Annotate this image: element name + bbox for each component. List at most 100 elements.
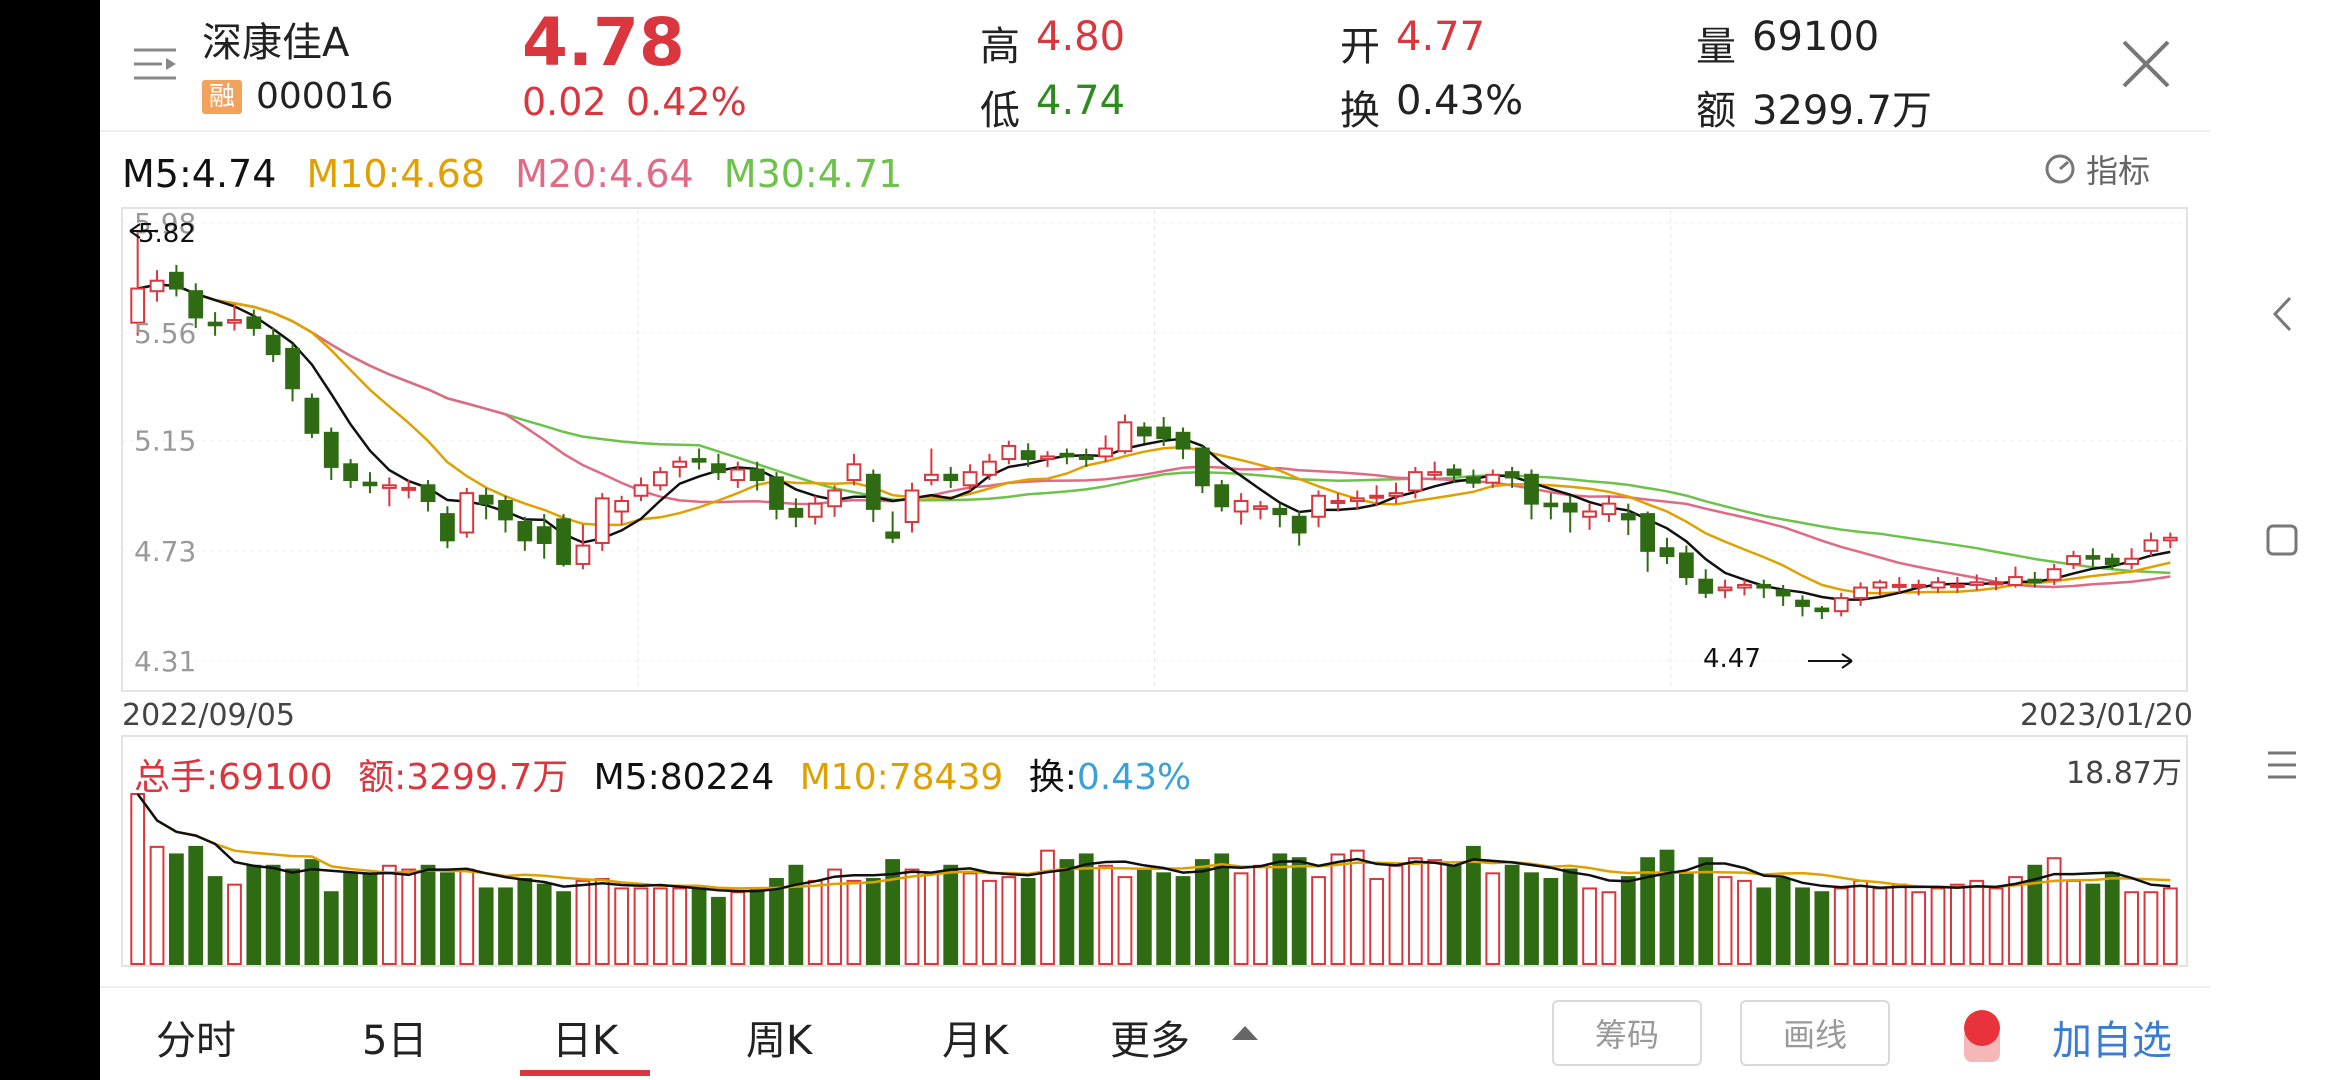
candle-body <box>1349 497 1365 503</box>
tab-weekly-k[interactable]: 周K <box>746 1008 812 1066</box>
price-tick-label: 4.73 <box>134 535 196 568</box>
turnover-value: 0.43% <box>1396 78 1524 124</box>
candle <box>594 493 610 551</box>
candle-body <box>1369 494 1385 499</box>
candle-body <box>1117 421 1133 453</box>
volume-bar <box>1524 872 1539 965</box>
candle-body <box>440 513 455 542</box>
volume-bar <box>2104 872 2120 965</box>
volume-bar <box>1659 849 1675 965</box>
low-label: 低 <box>980 88 1020 134</box>
volume-bar <box>1949 883 1965 966</box>
price-change-pct: 0.42% <box>626 80 747 124</box>
margin-badge: 融 <box>202 80 242 114</box>
volume-label: 量 <box>1696 24 1736 70</box>
volume-bar <box>1407 857 1423 965</box>
candle-body <box>1543 502 1559 508</box>
volume-bar <box>130 793 146 965</box>
volume-bar <box>420 864 436 965</box>
add-watchlist-button[interactable]: 加自选 <box>2052 1008 2172 1066</box>
candle-body <box>1504 471 1520 479</box>
menu-lines-icon[interactable] <box>2266 750 2298 784</box>
tab-more[interactable]: 更多 <box>1110 1008 1190 1066</box>
candle-body <box>691 458 707 463</box>
menu-icon[interactable] <box>132 44 178 88</box>
volume-chart[interactable] <box>100 734 2210 968</box>
candle-body <box>1059 452 1075 458</box>
chips-button[interactable]: 筹码 <box>1552 1000 1702 1066</box>
indicator-button[interactable]: 指标 <box>2044 146 2150 193</box>
volume-bar <box>1388 864 1404 965</box>
volume-bar <box>1814 891 1830 966</box>
volume-bar <box>1466 845 1481 965</box>
candle-body <box>1040 455 1055 461</box>
candle-body <box>1175 431 1191 450</box>
ma30-label: M30:4.71 <box>723 152 903 196</box>
ma20-label: M20:4.64 <box>515 152 694 196</box>
candle-body <box>420 484 436 503</box>
candle-body <box>188 290 204 319</box>
volume-bar <box>1117 876 1133 965</box>
volume-bars <box>130 793 2178 966</box>
candle-body <box>1582 510 1597 518</box>
candle-body <box>652 471 668 487</box>
candle-body <box>788 507 804 518</box>
volume-bar <box>2124 891 2139 966</box>
volume-bar <box>169 853 184 965</box>
candle-body <box>575 544 591 565</box>
candle-body <box>1814 607 1830 613</box>
volume-bar <box>227 883 242 966</box>
candle-body <box>1136 426 1152 437</box>
volume-bar <box>1891 883 1907 966</box>
tab-daily-k[interactable]: 日K <box>552 1008 618 1066</box>
candle-body <box>1717 586 1733 592</box>
tab-intraday[interactable]: 分时 <box>156 1008 236 1066</box>
volume-bar <box>1582 887 1597 965</box>
volume-bar <box>633 887 649 965</box>
candle-body <box>1388 492 1404 497</box>
candle-body <box>865 473 881 510</box>
candle-body <box>1949 583 1965 588</box>
volume-bar <box>594 878 610 965</box>
candle-body <box>1407 471 1423 492</box>
volume-bar <box>1911 891 1927 966</box>
volume-bar <box>2162 887 2178 965</box>
candle-body <box>323 431 339 468</box>
volume-bar <box>2066 879 2081 965</box>
volume-bar <box>1427 859 1443 965</box>
candle-body <box>633 484 649 497</box>
draw-line-button[interactable]: 画线 <box>1740 1000 1890 1066</box>
close-icon[interactable] <box>2120 38 2172 94</box>
candle-body <box>1969 581 1985 586</box>
candle-body <box>1427 471 1443 476</box>
candle-body <box>1737 583 1752 589</box>
candle-body <box>982 460 997 476</box>
volume-bar <box>440 872 455 965</box>
volume-bar <box>1175 876 1191 965</box>
volume-bar <box>1291 857 1307 965</box>
volume-bar <box>1485 872 1501 965</box>
candle-body <box>1640 513 1656 552</box>
ma5-label: M5:4.74 <box>122 152 277 196</box>
add-watch-icon[interactable] <box>1960 1008 2004 1068</box>
volume-bar <box>769 878 784 965</box>
tab-monthly-k[interactable]: 月K <box>942 1008 1008 1066</box>
volume-bar <box>1775 878 1791 965</box>
volume-bar <box>459 868 475 965</box>
volume-bar <box>1737 879 1752 965</box>
back-arrow-icon[interactable] <box>2272 296 2292 336</box>
candle-body <box>1466 476 1481 484</box>
tab-5day[interactable]: 5日 <box>362 1008 427 1066</box>
volume-bar <box>1330 853 1346 965</box>
caret-up-icon[interactable] <box>1232 1024 1258 1044</box>
candle-body <box>1891 583 1907 588</box>
candlestick-chart[interactable]: 5.985.565.154.734.31 5.82 4.47 <box>100 205 2210 705</box>
candle <box>1195 445 1210 494</box>
volume-bar <box>1078 853 1094 965</box>
tab-divider <box>100 986 2210 988</box>
volume-bar <box>652 887 668 965</box>
volume-bar <box>1717 876 1733 965</box>
square-icon[interactable] <box>2266 524 2298 560</box>
candle-body <box>1195 447 1210 487</box>
volume-bar <box>1640 857 1656 965</box>
